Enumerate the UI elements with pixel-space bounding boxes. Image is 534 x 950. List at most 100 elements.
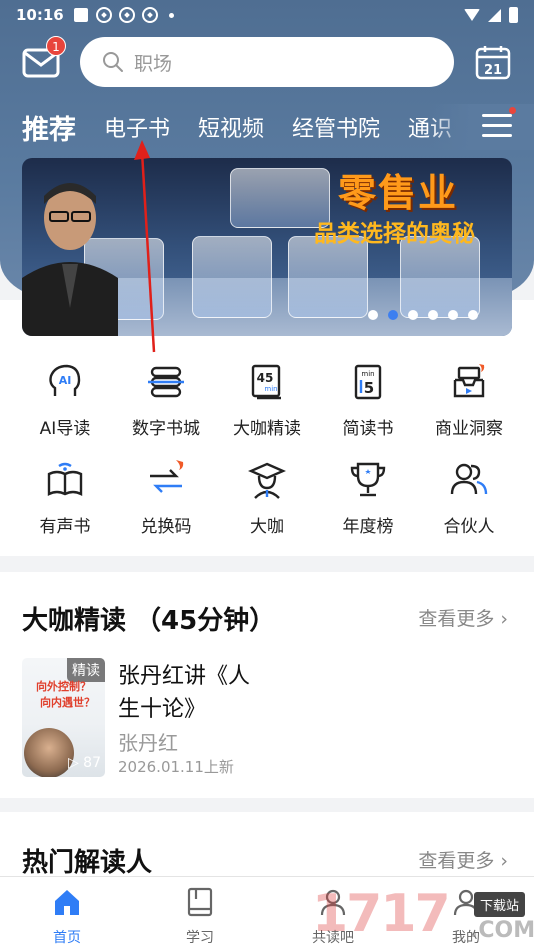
partners-icon bbox=[450, 463, 488, 495]
play-count: ▷ 87 bbox=[67, 755, 101, 771]
notification-app-icon bbox=[141, 7, 158, 23]
watermark-tag: 下载站 bbox=[474, 892, 526, 917]
book-cover[interactable]: 精读 向外控制？ 向内遇世？ ▷ 87 bbox=[22, 658, 105, 777]
readers-more-link[interactable]: 查看更多 › bbox=[418, 846, 508, 873]
svg-text:AI: AI bbox=[59, 374, 72, 387]
grid-item-experts[interactable]: 大咖 bbox=[217, 460, 317, 537]
status-bar: 10:16 bbox=[0, 0, 534, 30]
banner-pagination bbox=[368, 310, 478, 320]
grid-label: 兑换码 bbox=[140, 517, 192, 537]
ai-head-icon: AI bbox=[49, 364, 81, 396]
insight-inbox-icon bbox=[453, 364, 485, 398]
notification-square-icon bbox=[73, 8, 88, 22]
wifi-icon bbox=[464, 9, 480, 21]
grid-label: 商业洞察 bbox=[435, 419, 503, 439]
more-label: 查看更多 bbox=[418, 850, 495, 872]
grid-label: 合伙人 bbox=[443, 517, 495, 537]
bookshelf-icon bbox=[148, 366, 184, 398]
nav-label: 学习 bbox=[186, 930, 214, 946]
svg-text:5: 5 bbox=[364, 379, 374, 397]
grid-item-annual-ranking[interactable]: 年度榜 bbox=[318, 460, 418, 537]
nav-study[interactable]: 学习 bbox=[160, 887, 240, 947]
grid-label: AI导读 bbox=[39, 419, 91, 439]
grid-item-expert-reading[interactable]: 45 min 大咖精读 bbox=[217, 362, 317, 439]
exchange-icon bbox=[150, 460, 184, 493]
cover-text: 向内遇世？ bbox=[40, 696, 95, 709]
cover-portrait bbox=[24, 728, 74, 777]
grid-item-partner[interactable]: 合伙人 bbox=[419, 460, 519, 537]
annotation-arrow bbox=[134, 140, 156, 353]
banner-dot[interactable] bbox=[448, 310, 458, 320]
watermark-suffix: .COM bbox=[470, 918, 534, 943]
tab-short-video[interactable]: 短视频 bbox=[198, 111, 264, 143]
tab-management-academy[interactable]: 经管书院 bbox=[292, 111, 380, 143]
notification-app-icon bbox=[118, 7, 135, 23]
search-icon bbox=[103, 52, 123, 72]
graduate-icon bbox=[248, 462, 286, 499]
more-notifications-dot-icon bbox=[168, 12, 174, 18]
svg-text:45: 45 bbox=[257, 371, 274, 385]
chevron-right-icon: › bbox=[500, 850, 508, 872]
banner-dot[interactable] bbox=[368, 310, 378, 320]
grid-item-redeem-code[interactable]: 兑换码 bbox=[116, 460, 216, 537]
book-date: 2026.01.11上新 bbox=[118, 758, 234, 776]
featured-more-link[interactable]: 查看更多 › bbox=[418, 604, 508, 631]
home-icon bbox=[55, 890, 79, 915]
menu-red-dot bbox=[509, 107, 516, 114]
featured-section-title: 大咖精读 （45分钟） bbox=[22, 606, 276, 636]
grid-item-business-insight[interactable]: 商业洞察 bbox=[419, 362, 519, 439]
grid-label: 大咖精读 bbox=[233, 419, 301, 439]
book-author: 张丹红 bbox=[118, 731, 178, 755]
grid-label: 数字书城 bbox=[132, 419, 200, 439]
mail-badge: 1 bbox=[46, 36, 66, 56]
more-label: 查看更多 bbox=[418, 608, 495, 630]
search-placeholder: 职场 bbox=[134, 52, 173, 75]
banner-dot[interactable] bbox=[408, 310, 418, 320]
promo-banner[interactable]: 零售业 品类选择的奥秘 bbox=[22, 158, 512, 336]
status-time: 10:16 bbox=[16, 6, 64, 24]
banner-dot-active[interactable] bbox=[388, 310, 398, 320]
watermark-logo: 1717 bbox=[312, 884, 451, 944]
grid-item-ai-guide[interactable]: AI AI导读 bbox=[15, 362, 115, 439]
readers-section-title: 热门解读人 bbox=[22, 848, 153, 878]
notification-app-icon bbox=[95, 7, 112, 23]
category-menu-button[interactable] bbox=[482, 114, 512, 140]
menu-bar bbox=[482, 114, 512, 117]
cover-text: 向外控制？ bbox=[36, 680, 91, 693]
nav-home[interactable]: 首页 bbox=[27, 887, 107, 947]
calendar-icon: 21 bbox=[475, 46, 511, 80]
battery-icon bbox=[509, 7, 518, 23]
45min-book-icon: 45 min bbox=[251, 364, 281, 400]
calendar-day: 21 bbox=[484, 63, 502, 78]
svg-text:min: min bbox=[361, 370, 374, 378]
grid-label: 有声书 bbox=[39, 517, 91, 537]
menu-bar bbox=[482, 124, 512, 127]
banner-title: 零售业 bbox=[338, 170, 459, 215]
banner-dot[interactable] bbox=[468, 310, 478, 320]
grid-label: 大咖 bbox=[250, 517, 284, 537]
audio-book-icon bbox=[47, 462, 83, 496]
presenter-image bbox=[22, 183, 118, 336]
calendar-button[interactable]: 21 bbox=[474, 44, 512, 80]
banner-card bbox=[400, 236, 480, 318]
banner-card bbox=[288, 236, 368, 318]
tab-recommend[interactable]: 推荐 bbox=[22, 108, 76, 147]
book-icon bbox=[187, 887, 213, 917]
signal-icon bbox=[488, 8, 501, 22]
grid-label: 简读书 bbox=[342, 419, 394, 439]
banner-card bbox=[192, 236, 272, 318]
chevron-right-icon: › bbox=[500, 608, 508, 630]
trophy-icon bbox=[350, 462, 386, 497]
grid-label: 年度榜 bbox=[342, 517, 394, 537]
grid-item-brief-reading[interactable]: min 5 简读书 bbox=[318, 362, 418, 439]
grid-item-audiobook[interactable]: 有声书 bbox=[15, 460, 115, 537]
svg-text:min: min bbox=[264, 385, 277, 393]
grid-item-digital-bookstore[interactable]: 数字书城 bbox=[116, 362, 216, 439]
nav-label: 首页 bbox=[53, 930, 81, 946]
banner-dot[interactable] bbox=[428, 310, 438, 320]
15min-book-icon: min 5 bbox=[354, 364, 382, 400]
book-title[interactable]: 张丹红讲《人生十论》 bbox=[118, 660, 268, 726]
banner-subtitle: 品类选择的奥秘 bbox=[314, 220, 475, 247]
search-input[interactable]: 职场 bbox=[80, 37, 454, 87]
bottom-navigation: 首页 学习 共读吧 我的 bbox=[0, 876, 534, 950]
